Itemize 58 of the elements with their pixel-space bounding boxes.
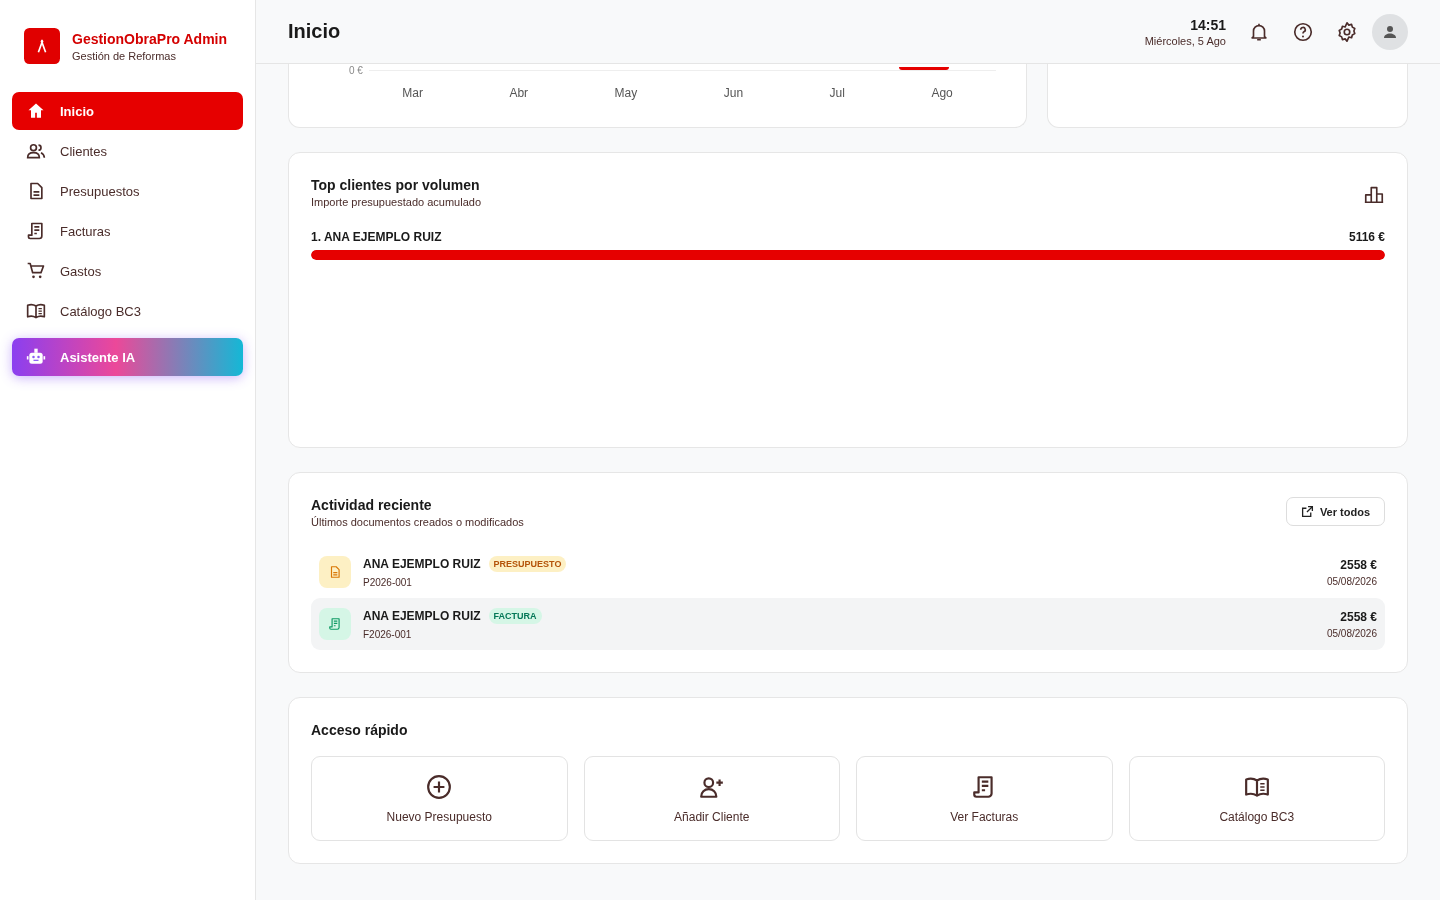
- sidebar-item[interactable]: Facturas: [12, 212, 243, 250]
- card-subtitle: Últimos documentos creados o modificados: [311, 516, 524, 528]
- clock-time: 14:51: [1189, 16, 1226, 33]
- clock-date: Miércoles, 5 Ago: [1144, 34, 1226, 47]
- card-title: Actividad reciente: [311, 497, 433, 513]
- axis-label: Jun: [723, 86, 744, 100]
- external-link-icon: [1300, 505, 1314, 518]
- logo-icon: [24, 28, 60, 64]
- settings-icon[interactable]: [1336, 20, 1358, 43]
- chart-bar: [898, 66, 949, 70]
- axis-label: Jul: [829, 86, 845, 100]
- type-tag: FACTURA: [488, 608, 542, 624]
- quick-action-button[interactable]: Catálogo BC3: [1128, 756, 1385, 841]
- quick-action-button[interactable]: Ver Facturas: [856, 756, 1113, 841]
- document-icon: [319, 556, 351, 588]
- client-name: ANA EJEMPLO RUIZ: [363, 609, 481, 623]
- assistant-button[interactable]: Asistente IA: [12, 338, 243, 376]
- card-subtitle: Importe presupuestado acumulado: [311, 196, 481, 208]
- card-title: Top clientes por volumen: [311, 177, 481, 193]
- home-icon: [26, 101, 46, 121]
- document-date: 05/08/2026: [1326, 575, 1377, 587]
- document-amount: 2558 €: [1339, 609, 1377, 624]
- plus-circle-icon: [426, 773, 453, 800]
- activity-item[interactable]: ANA EJEMPLO RUIZ FACTURA F2026-001 2558 € 05/08/2026: [311, 598, 1385, 650]
- axis-label: 0 €: [349, 64, 363, 76]
- document-amount: 2558 €: [1339, 557, 1377, 572]
- axis-label: May: [614, 86, 638, 100]
- sidebar-item[interactable]: Clientes: [12, 132, 243, 170]
- robot-icon: [26, 347, 46, 367]
- document-code: P2026-001: [363, 577, 413, 588]
- receipt-icon: [319, 608, 351, 640]
- quick-action-button[interactable]: Nuevo Presupuesto: [311, 756, 568, 841]
- axis-label: Ago: [931, 86, 953, 100]
- sidebar-item[interactable]: Gastos: [12, 252, 243, 290]
- receipt-icon: [26, 221, 46, 241]
- page-title: Inicio: [288, 20, 342, 43]
- client-name: ANA EJEMPLO RUIZ: [363, 557, 481, 571]
- user-avatar[interactable]: [1372, 13, 1408, 50]
- view-all-button[interactable]: Ver todos: [1285, 497, 1385, 526]
- sidebar-item[interactable]: Presupuestos: [12, 172, 243, 210]
- card-title: Acceso rápido: [311, 722, 409, 738]
- document-date: 05/08/2026: [1326, 627, 1377, 639]
- help-icon[interactable]: [1292, 20, 1314, 43]
- app-subtitle: Gestión de Reformas: [72, 49, 177, 62]
- axis-label: Mar: [402, 86, 423, 100]
- client-amount: 5116 €: [1348, 230, 1385, 244]
- axis-label: Abr: [509, 86, 529, 100]
- cart-icon: [26, 261, 46, 281]
- book-icon: [26, 301, 46, 321]
- type-tag: PRESUPUESTO: [488, 556, 567, 572]
- document-code: F2026-001: [363, 629, 413, 640]
- activity-item[interactable]: ANA EJEMPLO RUIZ PRESUPUESTO P2026-001 2558 € 05/08/2026: [311, 546, 1385, 598]
- sidebar-item[interactable]: Inicio: [12, 92, 243, 130]
- users-icon: [26, 141, 46, 161]
- client-name: 1. ANA EJEMPLO RUIZ: [311, 230, 442, 244]
- app-title: GestionObraPro Admin: [72, 30, 228, 47]
- quick-action-button[interactable]: Añadir Cliente: [583, 756, 840, 841]
- sidebar-item[interactable]: Catálogo BC3: [12, 292, 243, 330]
